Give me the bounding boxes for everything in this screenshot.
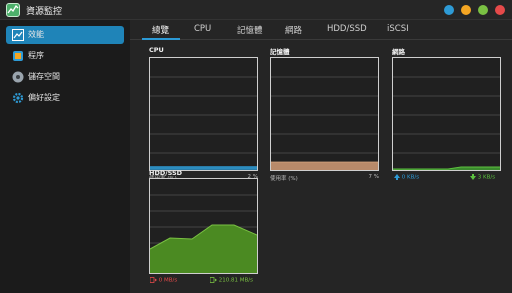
disk-throughput-graph — [149, 178, 258, 274]
network-panel-title: 網路 — [392, 48, 405, 56]
tab-hdd-ssd[interactable]: HDD/SSD — [327, 24, 367, 34]
minimize-dot-button[interactable] — [461, 5, 471, 15]
network-upload-value: 0 KB/s — [401, 174, 420, 181]
sidebar-item-storage[interactable]: 儲存空間 — [6, 68, 124, 86]
sidebar-item-label: 效能 — [28, 30, 44, 39]
network-graph — [392, 57, 501, 171]
memory-usage-graph — [270, 57, 379, 171]
close-dot-button[interactable] — [495, 5, 505, 15]
network-upload-rate: 0 KB/s — [394, 174, 419, 181]
resource-monitor-app-icon — [6, 3, 20, 17]
arrow-down-icon — [470, 174, 476, 180]
sidebar-item-performance[interactable]: 效能 — [6, 26, 124, 44]
process-icon — [13, 51, 23, 61]
disk-write-area — [150, 225, 257, 273]
tab-memory[interactable]: 記憶體 — [237, 24, 263, 36]
title-bar: 資源監控 — [0, 0, 512, 20]
disk-write-rate: 210.81 MB/s — [209, 277, 253, 284]
tab-iscsi[interactable]: iSCSI — [387, 24, 409, 34]
network-download-value: 3 KB/s — [477, 174, 496, 181]
memory-usage-value: 7 % — [368, 174, 379, 180]
storage-icon — [12, 71, 24, 83]
sidebar: 效能 程序 儲存空間 偏好設定 — [0, 20, 130, 293]
disk-panel-title: HDD/SSD — [149, 169, 183, 177]
maximize-dot-button[interactable] — [478, 5, 488, 15]
cpu-panel-title: CPU — [149, 46, 164, 54]
tab-network[interactable]: 網路 — [285, 24, 302, 36]
disk-read-rate: 0 MB/s — [149, 277, 178, 284]
sidebar-item-label: 儲存空間 — [28, 72, 60, 81]
tab-bar: 總覽 CPU 記憶體 網路 HDD/SSD iSCSI — [130, 20, 512, 40]
active-tab-indicator — [142, 38, 180, 40]
sidebar-item-processes[interactable]: 程序 — [6, 47, 124, 65]
arrow-up-icon — [394, 174, 400, 180]
disk-read-value: 0 MB/s — [158, 277, 178, 284]
main-content: 總覽 CPU 記憶體 網路 HDD/SSD iSCSI CPU 使用率 (%) … — [130, 20, 512, 293]
window-title: 資源監控 — [26, 7, 63, 17]
memory-panel-title: 記憶體 — [270, 48, 290, 56]
gear-icon — [12, 92, 24, 104]
disk-write-icon — [209, 277, 217, 283]
disk-write-value: 210.81 MB/s — [218, 277, 253, 284]
chart-icon — [12, 29, 24, 41]
sidebar-item-preferences[interactable]: 偏好設定 — [6, 89, 124, 107]
cpu-usage-graph — [149, 57, 258, 171]
disk-read-icon — [149, 277, 157, 283]
sidebar-item-label: 偏好設定 — [28, 93, 60, 102]
tab-overview[interactable]: 總覽 — [152, 24, 169, 36]
info-dot-button[interactable] — [444, 5, 454, 15]
memory-usage-label: 使用率 (%) — [270, 176, 298, 182]
network-download-rate: 3 KB/s — [470, 174, 495, 181]
memory-usage-fill — [271, 162, 378, 170]
tab-cpu[interactable]: CPU — [194, 24, 211, 34]
sidebar-item-label: 程序 — [28, 51, 44, 60]
